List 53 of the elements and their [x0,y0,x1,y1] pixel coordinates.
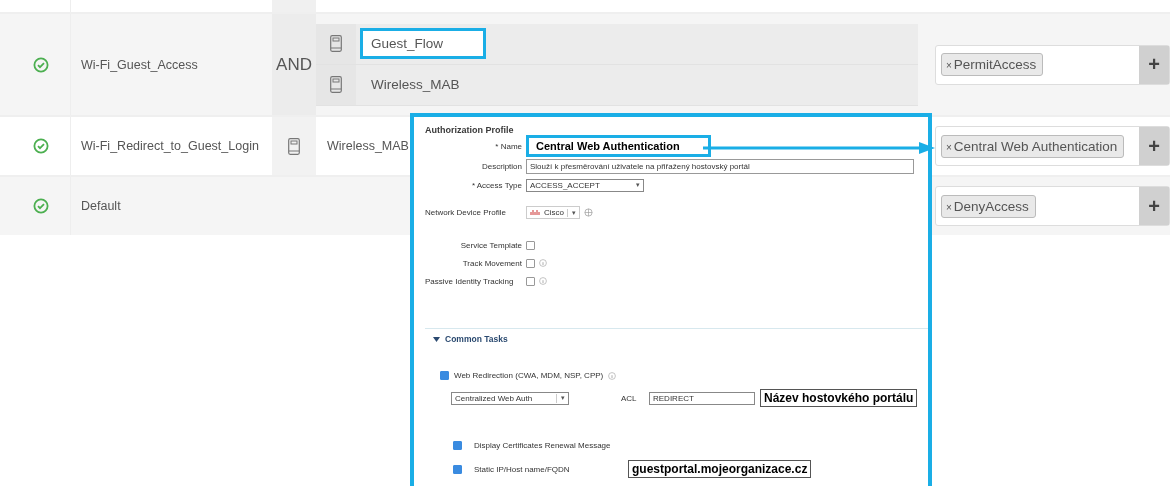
add-button[interactable]: + [1139,127,1169,165]
option-label: Static IP/Host name/FQDN [474,464,571,474]
caret-icon [433,336,440,342]
condition-name: Wireless_MAB [326,138,410,155]
option-label: Track Movement [461,258,522,268]
condition-name: Guest_Flow [360,28,487,59]
rule-name: Default [81,199,121,213]
table-row[interactable]: Wi-Fi_Guest_Access AND Guest_Flow Wireless_MAB ×PermitAccess + [0,12,1170,115]
option-label: Service Template [459,240,522,250]
option-label: Display Certificates Renewal Message [474,440,612,450]
info-icon[interactable] [539,277,547,285]
field-label: * Access Type [470,181,522,190]
description-field[interactable]: Slouží k přesměrování uživatele na přiřažený hostovský portál [526,159,914,174]
acl-field[interactable]: REDIRECT [649,391,755,405]
add-button[interactable]: + [1139,45,1169,84]
field-label: Description [481,162,522,171]
checkbox[interactable] [526,258,535,268]
document-icon [330,35,342,52]
checkbox[interactable] [526,276,535,286]
info-icon[interactable] [608,371,617,380]
document-icon [288,137,300,155]
result-field[interactable]: ×DenyAccess + [935,186,1170,226]
document-icon [330,76,342,93]
checkbox[interactable] [440,371,449,380]
result-tag[interactable]: ×Central Web Authentication [941,134,1125,158]
info-icon[interactable] [539,259,547,267]
option-label: Passive Identity Tracking [425,276,515,286]
checkbox[interactable] [526,240,535,250]
check-circle-icon [33,198,49,214]
field-label: * Name [494,141,522,151]
panel-title: Authorization Profile [425,125,515,135]
result-field[interactable]: ×PermitAccess + [935,44,1170,85]
condition-name: Wireless_MAB [370,76,461,94]
rule-name: Wi-Fi_Guest_Access [81,57,198,72]
operator-cell: AND [272,14,316,115]
result-tag[interactable]: ×PermitAccess [941,53,1044,76]
result-tag[interactable]: ×DenyAccess [941,194,1036,218]
name-field[interactable]: Central Web Authentication [526,135,711,157]
add-button[interactable]: + [1139,187,1169,225]
check-circle-icon [33,56,49,73]
bars-icon [530,209,541,216]
globe-icon[interactable] [584,208,593,217]
option-label: Web Redirection (CWA, MDM, NSP, CPP) [454,371,604,380]
check-circle-icon [33,138,49,154]
callout-label: Název hostovkého portálu [760,389,918,407]
result-field[interactable]: ×Central Web Authentication + [935,126,1170,166]
checkbox[interactable] [453,464,462,474]
rule-name: Wi-Fi_Redirect_to_Guest_Login [81,139,259,153]
checkbox[interactable] [453,440,462,450]
field-label: Network Device Profile [425,208,507,217]
acl-label: ACL [621,393,638,403]
section-header[interactable]: Common Tasks [433,334,928,344]
callout-label: guestportal.mojeorganizace.cz [628,460,812,478]
